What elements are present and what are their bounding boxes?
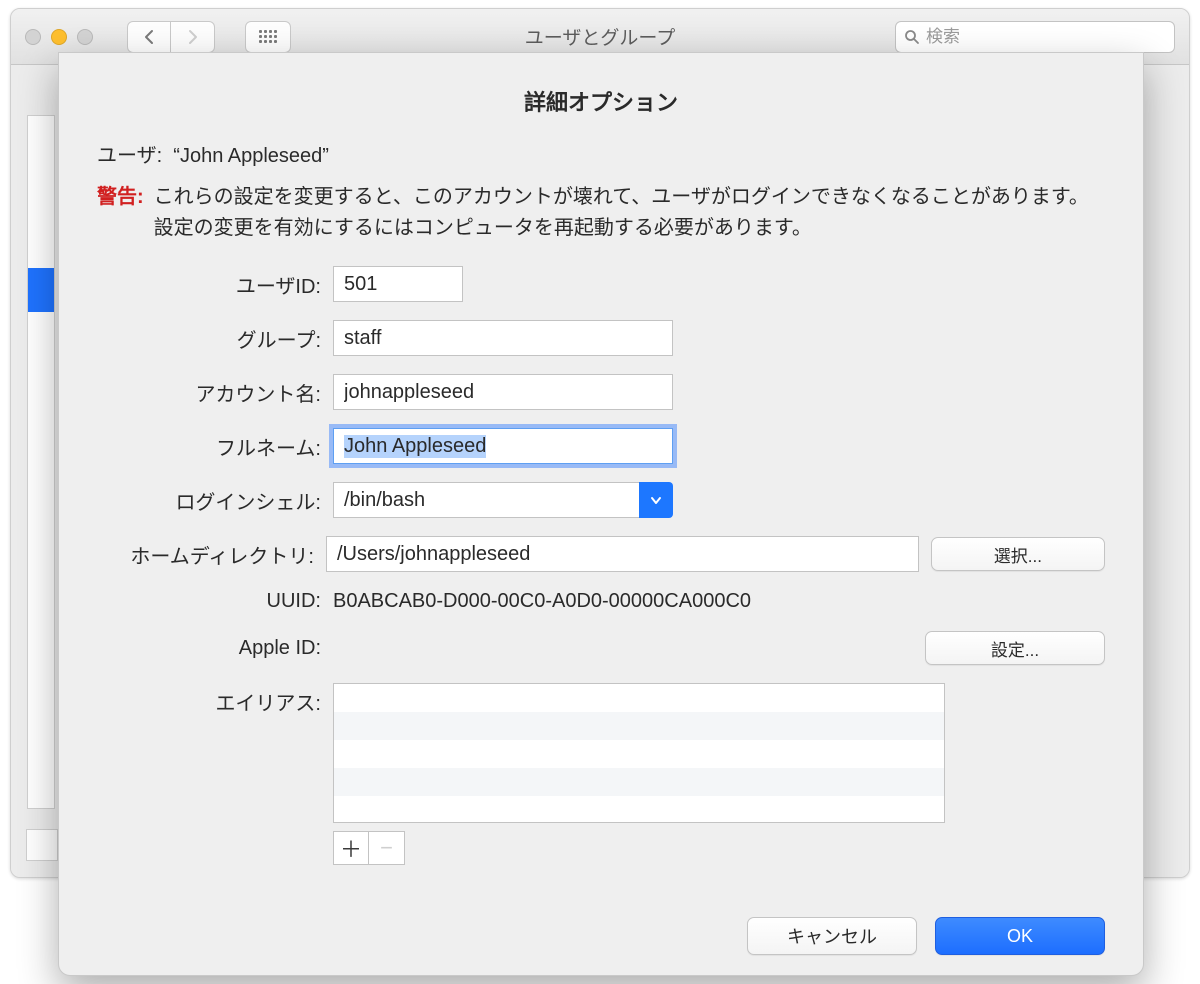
traffic-lights bbox=[25, 29, 93, 45]
form: ユーザID: グループ: アカウント名: フルネーム: John Applese… bbox=[105, 266, 1105, 865]
label-apple-id: Apple ID: bbox=[105, 637, 321, 660]
close-window-icon[interactable] bbox=[25, 29, 41, 45]
full-name-field[interactable]: John Appleseed bbox=[333, 428, 673, 464]
chevron-down-icon bbox=[649, 493, 663, 507]
aliases-list[interactable] bbox=[333, 683, 945, 823]
zoom-window-icon[interactable] bbox=[77, 29, 93, 45]
search-field-wrap[interactable] bbox=[895, 21, 1175, 53]
full-name-value: John Appleseed bbox=[344, 435, 486, 458]
user-id-field[interactable] bbox=[333, 266, 463, 302]
minimize-window-icon[interactable] bbox=[51, 29, 67, 45]
remove-alias-button[interactable]: − bbox=[369, 831, 405, 865]
label-uuid: UUID: bbox=[105, 590, 321, 613]
login-shell-field[interactable] bbox=[333, 482, 639, 518]
uuid-value: B0ABCAB0-D000-00C0-A0D0-00000CA000C0 bbox=[333, 590, 751, 613]
search-icon bbox=[904, 29, 920, 45]
add-alias-button[interactable]: ＋ bbox=[333, 831, 369, 865]
login-shell-combo[interactable] bbox=[333, 482, 673, 518]
group-field[interactable] bbox=[333, 320, 673, 356]
search-input[interactable] bbox=[926, 27, 1166, 47]
user-prefix: ユーザ: bbox=[97, 145, 162, 167]
back-button[interactable] bbox=[127, 21, 171, 53]
forward-button[interactable] bbox=[171, 21, 215, 53]
label-login-shell: ログインシェル: bbox=[105, 486, 321, 515]
account-name-field[interactable] bbox=[333, 374, 673, 410]
label-group: グループ: bbox=[105, 324, 321, 353]
grid-icon bbox=[259, 30, 277, 44]
label-home-dir: ホームディレクトリ: bbox=[105, 540, 314, 569]
user-name: “John Appleseed” bbox=[173, 145, 329, 167]
warning-label: 警告: bbox=[97, 182, 144, 244]
label-account-name: アカウント名: bbox=[105, 378, 321, 407]
label-aliases: エイリアス: bbox=[105, 683, 321, 716]
show-all-button[interactable] bbox=[245, 21, 291, 53]
cancel-button[interactable]: キャンセル bbox=[747, 917, 917, 955]
lock-area bbox=[26, 829, 58, 861]
label-user-id: ユーザID: bbox=[105, 270, 321, 299]
home-dir-field[interactable] bbox=[326, 536, 919, 572]
warning-line: 警告: これらの設定を変更すると、このアカウントが壊れて、ユーザがログインできな… bbox=[97, 182, 1105, 244]
set-apple-id-button[interactable]: 設定... bbox=[925, 631, 1105, 665]
user-list-edge bbox=[27, 115, 55, 809]
ok-button[interactable]: OK bbox=[935, 917, 1105, 955]
warning-text: これらの設定を変更すると、このアカウントが壊れて、ユーザがログインできなくなるこ… bbox=[154, 182, 1105, 244]
advanced-options-sheet: 詳細オプション ユーザ: “John Appleseed” 警告: これらの設定… bbox=[58, 52, 1144, 976]
login-shell-dropdown-button[interactable] bbox=[639, 482, 673, 518]
selected-user-highlight bbox=[28, 268, 54, 312]
sheet-title: 詳細オプション bbox=[97, 85, 1105, 117]
user-line: ユーザ: “John Appleseed” bbox=[97, 139, 1105, 168]
footer-buttons: キャンセル OK bbox=[747, 917, 1105, 955]
choose-home-dir-button[interactable]: 選択... bbox=[931, 537, 1105, 571]
nav-back-forward bbox=[127, 21, 215, 53]
label-full-name: フルネーム: bbox=[105, 432, 321, 461]
